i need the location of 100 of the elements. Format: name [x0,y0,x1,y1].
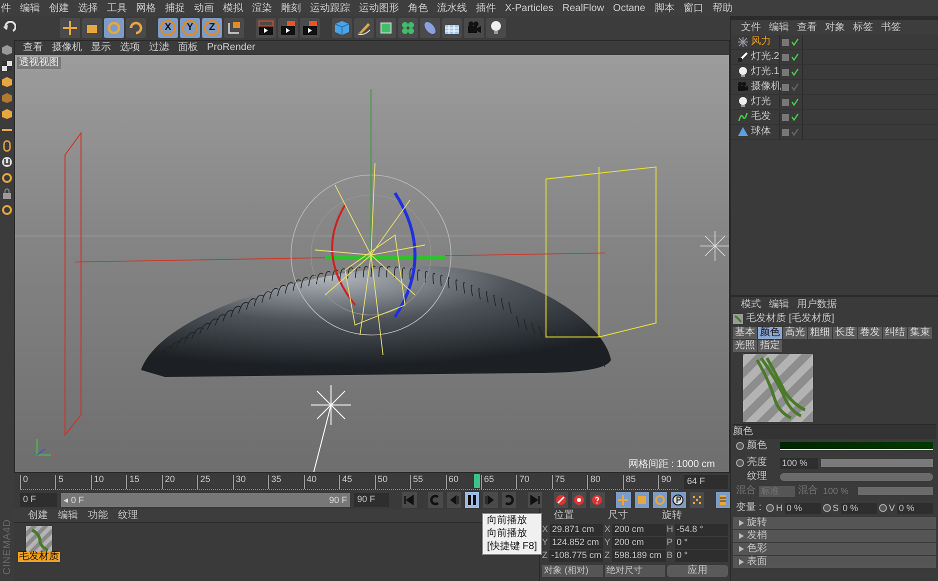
collapsed-group[interactable]: 发梢 [733,530,936,542]
texture-field[interactable] [780,473,933,481]
menu-item[interactable]: 编辑 [20,0,40,16]
material-name[interactable]: 毛发材质 [18,552,60,562]
light-button[interactable] [486,18,506,38]
viewport-menu-item[interactable]: 摄像机 [52,43,82,53]
cube-icon[interactable] [1,92,13,104]
attribute-tab[interactable]: 长度 [833,327,857,339]
layer-swatch[interactable] [782,114,789,120]
layer-swatch[interactable] [782,84,789,90]
layer-swatch[interactable] [782,38,789,46]
layer-swatch[interactable] [782,68,789,76]
menu-item[interactable]: Octane [613,0,646,16]
collapsed-group[interactable]: 色彩 [733,543,936,555]
material-menu-item[interactable]: 创建 [28,510,48,520]
rotate-key-button[interactable] [652,492,668,508]
subdivision-button[interactable] [376,18,396,38]
render-settings-button[interactable] [300,18,320,38]
check-icon[interactable] [791,83,799,91]
variation-field[interactable]: 0 % [840,502,877,514]
lock-icon[interactable] [1,188,13,200]
coordinate-field[interactable]: 0 ° [674,550,728,562]
size-dropdown[interactable]: 绝对尺寸 [604,564,666,576]
object-name[interactable]: 毛发 [751,112,771,122]
menu-item[interactable]: 帮助 [712,0,732,16]
attribute-menu-item[interactable]: 模式 [741,300,761,310]
cube-icon[interactable] [1,44,13,56]
play-button[interactable] [464,492,480,508]
menu-item[interactable]: 创建 [49,0,69,16]
menu-item[interactable]: 角色 [408,0,428,16]
viewport-menu-item[interactable]: 过滤 [149,43,169,53]
object-name[interactable]: 风力 [751,37,771,47]
deformer-button[interactable] [420,18,440,38]
check-icon[interactable] [791,113,799,121]
menu-item[interactable]: 窗口 [683,0,704,16]
axis-lock-button[interactable]: Y [180,18,200,38]
render-view-button[interactable] [256,18,276,38]
pen-button[interactable] [354,18,374,38]
keyframe-toggle[interactable] [766,504,774,512]
attribute-tab[interactable]: 基本 [733,327,757,339]
menu-item[interactable]: 运动图形 [359,0,399,16]
rotate-icon[interactable] [1,172,13,184]
attribute-tab[interactable]: 高光 [783,327,807,339]
coordinate-field[interactable]: 200 cm [612,524,666,536]
cloner-button[interactable] [398,18,418,38]
menu-item[interactable]: 运动跟踪 [310,0,350,16]
cube-icon[interactable] [1,108,13,120]
menu-item[interactable]: 流水线 [437,0,467,16]
menu-item[interactable]: RealFlow [562,0,604,16]
menu-item[interactable]: 捕捉 [165,0,185,16]
timeline-ruler[interactable]: 0 5 10 15 20 25 30 35 40 45 50 55 60 65 70 75 80 85 90 [20,474,678,490]
floor-button[interactable] [442,18,462,38]
point-level-button[interactable] [690,492,704,508]
material-menu-item[interactable]: 功能 [88,510,108,520]
object-menu-item[interactable]: 书签 [881,22,901,32]
menu-item[interactable]: 脚本 [654,0,674,16]
menu-item[interactable]: 网格 [136,0,156,16]
check-icon[interactable] [791,53,799,61]
check-icon[interactable] [791,68,799,76]
expand-arrow-icon[interactable] [739,559,744,565]
object-name[interactable]: 球体 [751,127,771,137]
rotate-tool-button[interactable] [126,18,146,38]
coordinate-field[interactable]: -54.8 ° [674,524,728,536]
expand-arrow-icon[interactable] [739,546,744,552]
object-name[interactable]: 灯光 [751,97,771,107]
variation-field[interactable]: 0 % [896,502,933,514]
attribute-tab[interactable]: 纠结 [883,327,907,339]
coordinate-system-button[interactable] [224,18,244,38]
coordinate-field[interactable]: -108.775 cm [549,550,604,562]
collapsed-group[interactable]: 旋转 [733,517,936,529]
check-icon[interactable] [791,98,799,106]
menu-item[interactable]: 插件 [476,0,496,16]
scale-key-button[interactable] [634,492,649,508]
record-button[interactable] [554,492,568,508]
viewport-menu-item[interactable]: 面板 [178,43,198,53]
move-tool-button[interactable] [60,18,80,38]
coordinate-field[interactable]: 200 cm [612,536,666,548]
object-menu-item[interactable]: 文件 [741,22,761,32]
parameter-key-button[interactable] [671,492,686,508]
color-gradient-bar[interactable] [780,442,933,450]
object-menu-item[interactable]: 标签 [853,22,873,32]
menu-item[interactable]: 选择 [78,0,98,16]
object-menu-item[interactable]: 查看 [797,22,817,32]
object-name[interactable]: 摄像机 [751,82,781,92]
object-name[interactable]: 灯光.1 [751,67,780,77]
attribute-menu-item[interactable]: 编辑 [769,300,789,310]
attribute-tab[interactable]: 颜色 [758,327,782,339]
mode-dropdown[interactable]: 对象 (相对) [542,564,603,576]
magnet-icon[interactable] [1,156,13,168]
axis-lock-button[interactable]: Z [202,18,222,38]
apply-button[interactable]: 应用 [667,564,728,576]
coordinate-field[interactable]: 29.871 cm [550,524,604,536]
object-menu-item[interactable]: 编辑 [769,22,789,32]
coordinate-field[interactable]: 598.189 cm [612,550,666,562]
layer-swatch[interactable] [782,128,789,136]
check-icon[interactable] [791,38,799,46]
keyframe-toggle[interactable] [736,442,744,450]
attribute-menu-item[interactable]: 用户数据 [797,300,837,310]
viewport-canvas[interactable]: 透视视图 网格间距 : 1000 cm [15,55,729,472]
expand-arrow-icon[interactable] [739,533,744,539]
